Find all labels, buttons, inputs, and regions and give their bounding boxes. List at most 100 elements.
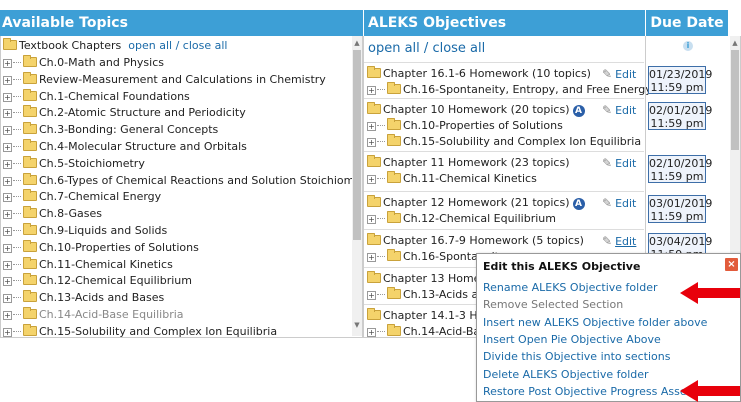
folder-icon	[387, 82, 401, 94]
topics-scroll-thumb[interactable]	[353, 50, 361, 240]
objective-title-row[interactable]: Chapter 16.7-9 Homework (5 topics)	[367, 233, 584, 249]
topic-item[interactable]: + Ch.15-Solubility and Complex Ion Equili…	[3, 323, 277, 337]
scroll-down-arrow-icon[interactable]: ▼	[352, 320, 362, 330]
expand-plus-icon[interactable]: +	[3, 126, 12, 136]
edit-objective-link[interactable]: ✎ Edit	[602, 156, 636, 170]
expand-plus-icon[interactable]: +	[3, 327, 12, 337]
tree-connector	[377, 256, 385, 257]
expand-plus-icon[interactable]: +	[367, 328, 376, 337]
expand-plus-icon[interactable]: +	[367, 86, 376, 95]
pencil-icon: ✎	[602, 196, 613, 210]
popup-menu-item[interactable]: Delete ALEKS Objective folder	[483, 368, 649, 381]
close-icon[interactable]: ×	[725, 258, 738, 271]
popup-menu-item[interactable]: Insert new ALEKS Objective folder above	[483, 316, 707, 329]
topic-item[interactable]: + Ch.14-Acid-Base Equilibria	[3, 307, 184, 323]
topic-item[interactable]: + Ch.1-Chemical Foundations	[3, 88, 190, 105]
scroll-up-arrow-icon[interactable]: ▲	[352, 38, 362, 48]
expand-plus-icon[interactable]: +	[3, 59, 12, 68]
objective-block: Chapter 12 Homework (21 topics) A + Ch.12-C…	[364, 191, 712, 229]
topic-item[interactable]: + Ch.3-Bonding: General Concepts	[3, 122, 218, 138]
topic-label: Ch.11-Chemical Kinetics	[39, 257, 173, 271]
topic-item[interactable]: + Ch.6-Types of Chemical Reactions and So…	[3, 172, 362, 189]
topics-scrollbar[interactable]: ▲ ▼	[352, 36, 362, 336]
topic-item[interactable]: + Review-Measurement and Calculations in …	[3, 71, 326, 88]
popup-menu-item[interactable]: Divide this Objective into sections	[483, 350, 670, 363]
objective-chapter-label: Ch.11-Chemical Kinetics	[403, 172, 537, 185]
objective-chapter-row[interactable]: + Ch.15-Solubility and Complex Ion Equili…	[367, 134, 641, 150]
objective-chapter-row[interactable]: + Ch.16-Spontaneity, Entropy, and Free En…	[367, 82, 652, 98]
objective-title: Chapter 11 Homework (23 topics)	[383, 156, 570, 169]
edit-objective-link[interactable]: ✎ Edit	[602, 103, 636, 117]
expand-plus-icon[interactable]: +	[3, 243, 12, 253]
expand-plus-icon[interactable]: +	[367, 253, 376, 262]
folder-icon	[387, 211, 401, 223]
objective-title: Chapter 16.7-9 Homework (5 topics)	[383, 234, 584, 247]
topic-item[interactable]: + Ch.13-Acids and Bases	[3, 290, 164, 306]
edit-objective-link[interactable]: ✎ Edit	[602, 67, 636, 81]
topics-open-all-link[interactable]: open all	[128, 39, 172, 52]
expand-plus-icon[interactable]: +	[3, 210, 12, 220]
tree-connector	[13, 230, 21, 231]
expand-plus-icon[interactable]: +	[3, 143, 12, 152]
expand-plus-icon[interactable]: +	[3, 193, 12, 203]
objective-chapter-row[interactable]: + Ch.10-Properties of Solutions	[367, 118, 563, 134]
due-date-title: Due Date	[650, 15, 724, 31]
folder-open-icon	[367, 155, 381, 167]
topic-item[interactable]: + Ch.7-Chemical Energy	[3, 189, 161, 205]
edit-objective-link[interactable]: ✎ Edit	[602, 196, 636, 210]
expand-plus-icon[interactable]: +	[3, 159, 12, 169]
objective-chapter-row[interactable]: + Ch.12-Chemical Equilibrium	[367, 211, 556, 227]
expand-plus-icon[interactable]: +	[3, 75, 12, 85]
objectives-open-all-link[interactable]: open all	[368, 41, 420, 56]
topics-separator: /	[175, 39, 180, 52]
expand-plus-icon[interactable]: +	[3, 260, 12, 270]
folder-icon	[23, 155, 37, 168]
topic-item[interactable]: + Ch.11-Chemical Kinetics	[3, 256, 173, 273]
expand-plus-icon[interactable]: +	[3, 277, 12, 287]
expand-plus-icon[interactable]: +	[3, 176, 12, 186]
topic-item[interactable]: + Ch.9-Liquids and Solids	[3, 223, 167, 239]
folder-icon	[23, 139, 37, 151]
tree-connector	[377, 178, 385, 179]
tree-connector	[377, 218, 385, 219]
objectives-close-all-link[interactable]: close all	[432, 41, 485, 56]
expand-plus-icon[interactable]: +	[367, 215, 376, 224]
expand-plus-icon[interactable]: +	[3, 311, 12, 320]
obj-scroll-up-arrow-icon[interactable]: ▲	[730, 38, 740, 48]
available-topics-title: Available Topics	[2, 15, 128, 31]
due-time-value: 11:59 pm	[650, 81, 704, 94]
expand-plus-icon[interactable]: +	[367, 291, 376, 300]
topic-item[interactable]: + Ch.12-Chemical Equilibrium	[3, 273, 192, 289]
objective-title-row[interactable]: Chapter 12 Homework (21 topics) A	[367, 195, 585, 211]
pencil-icon: ✎	[602, 156, 613, 170]
tree-connector	[13, 263, 21, 265]
topic-item[interactable]: + Ch.8-Gases	[3, 206, 102, 222]
objective-title-row[interactable]: Chapter 16.1-6 Homework (10 topics)	[367, 66, 591, 82]
objective-chapter-row[interactable]: + Ch.11-Chemical Kinetics	[367, 171, 537, 187]
objective-title-row[interactable]: Chapter 11 Homework (23 topics)	[367, 155, 570, 171]
popup-menu-item[interactable]: Insert Open Pie Objective Above	[483, 333, 661, 346]
expand-plus-icon[interactable]: +	[3, 92, 12, 102]
expand-plus-icon[interactable]: +	[367, 138, 376, 147]
due-date-button[interactable]: 01/23/2019 11:59 pm	[648, 66, 712, 94]
topic-item[interactable]: + Ch.0-Math and Physics	[3, 55, 164, 71]
edit-objective-link[interactable]: ✎ Edit	[602, 234, 636, 248]
popup-menu-item[interactable]: Remove Selected Section	[483, 298, 623, 311]
expand-plus-icon[interactable]: +	[3, 109, 12, 119]
topic-item[interactable]: + Ch.2-Atomic Structure and Periodicity	[3, 105, 246, 121]
topic-item[interactable]: + Ch.5-Stoichiometry	[3, 155, 145, 172]
expand-plus-icon[interactable]: +	[3, 294, 12, 304]
popup-menu-item[interactable]: Rename ALEKS Objective folder	[483, 281, 658, 294]
expand-plus-icon[interactable]: +	[3, 227, 12, 236]
objective-title-row[interactable]: Chapter 10 Homework (20 topics) A	[367, 102, 585, 118]
topic-item[interactable]: + Ch.10-Properties of Solutions	[3, 239, 199, 256]
objectives-scroll-thumb[interactable]	[731, 50, 739, 150]
topic-item[interactable]: + Ch.4-Molecular Structure and Orbitals	[3, 139, 247, 155]
topics-close-all-link[interactable]: close all	[183, 39, 228, 52]
edit-label: Edit	[615, 68, 637, 81]
expand-plus-icon[interactable]: +	[367, 122, 376, 131]
due-date-button[interactable]: 02/01/2019 11:59 pm	[648, 102, 712, 130]
due-date-button[interactable]: 02/10/2019 11:59 pm	[648, 155, 712, 183]
due-date-button[interactable]: 03/01/2019 11:59 pm	[648, 195, 712, 223]
expand-plus-icon[interactable]: +	[367, 175, 376, 184]
